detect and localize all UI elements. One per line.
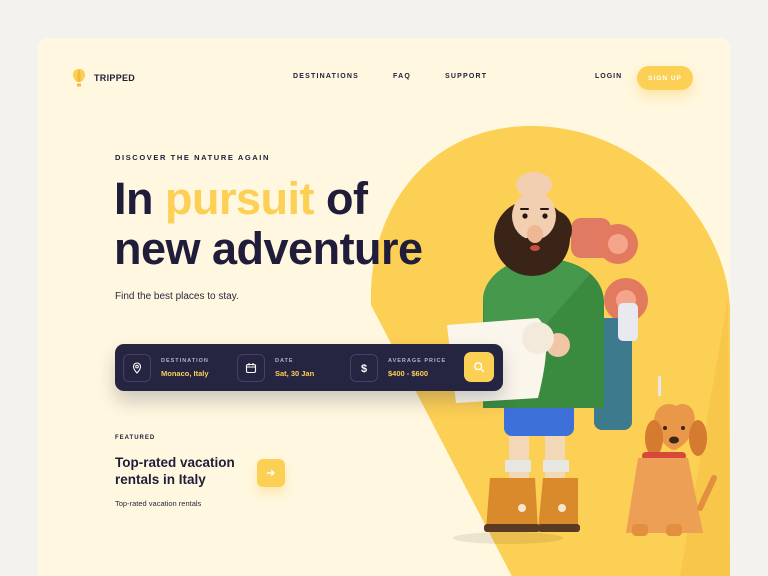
search-icon [474, 362, 485, 373]
hero-subtitle: Find the best places to stay. [115, 291, 239, 302]
date-field[interactable]: DATE Sat, 30 Jan [237, 352, 314, 383]
destination-label: DESTINATION [161, 357, 209, 364]
arrow-right-icon [266, 469, 275, 477]
date-value: Sat, 30 Jan [275, 368, 315, 378]
svg-text:$: $ [361, 363, 367, 374]
signup-button[interactable]: SIGN UP [637, 66, 693, 90]
login-link[interactable]: LOGIN [595, 73, 622, 80]
featured-subtitle: Top-rated vacation rentals [115, 499, 202, 508]
main-nav: DESTINATIONS FAQ SUPPORT [293, 73, 487, 80]
headline-line-2: new adventure [114, 223, 423, 274]
nav-item-support[interactable]: SUPPORT [445, 73, 487, 80]
location-pin-icon [123, 353, 151, 382]
hot-air-balloon-icon [72, 69, 86, 87]
date-label: DATE [275, 357, 294, 364]
headline-part-after: of [314, 173, 368, 224]
brand-name: TRIPPED [94, 73, 136, 83]
calendar-icon [237, 353, 265, 382]
featured-label: FEATURED [115, 435, 156, 441]
price-field[interactable]: $ AVERAGE PRICE $400 - $600 [350, 352, 446, 383]
traveler-illustration [370, 125, 730, 576]
price-value: $400 - $600 [388, 368, 429, 378]
hero-card: TRIPPED DESTINATIONS FAQ SUPPORT LOGIN S… [38, 38, 730, 576]
featured-arrow-button[interactable] [257, 459, 285, 487]
nav-item-faq[interactable]: FAQ [393, 73, 411, 80]
search-bar: DESTINATION Monaco, Italy DATE Sat, 30 J… [115, 344, 503, 391]
nav-item-destinations[interactable]: DESTINATIONS [293, 73, 359, 80]
hero-eyebrow: DISCOVER THE NATURE AGAIN [115, 153, 271, 162]
headline-part-before: In [114, 173, 165, 224]
brand-logo[interactable]: TRIPPED [72, 68, 135, 88]
dollar-icon: $ [350, 353, 378, 382]
search-button[interactable] [464, 352, 494, 382]
headline-accent: pursuit [165, 173, 315, 224]
destination-value: Monaco, Italy [161, 368, 209, 378]
featured-title: Top-rated vacation rentals in Italy [115, 455, 235, 487]
price-label: AVERAGE PRICE [388, 357, 447, 364]
destination-field[interactable]: DESTINATION Monaco, Italy [123, 352, 209, 383]
hero-headline: In pursuit of new adventure [114, 174, 474, 274]
